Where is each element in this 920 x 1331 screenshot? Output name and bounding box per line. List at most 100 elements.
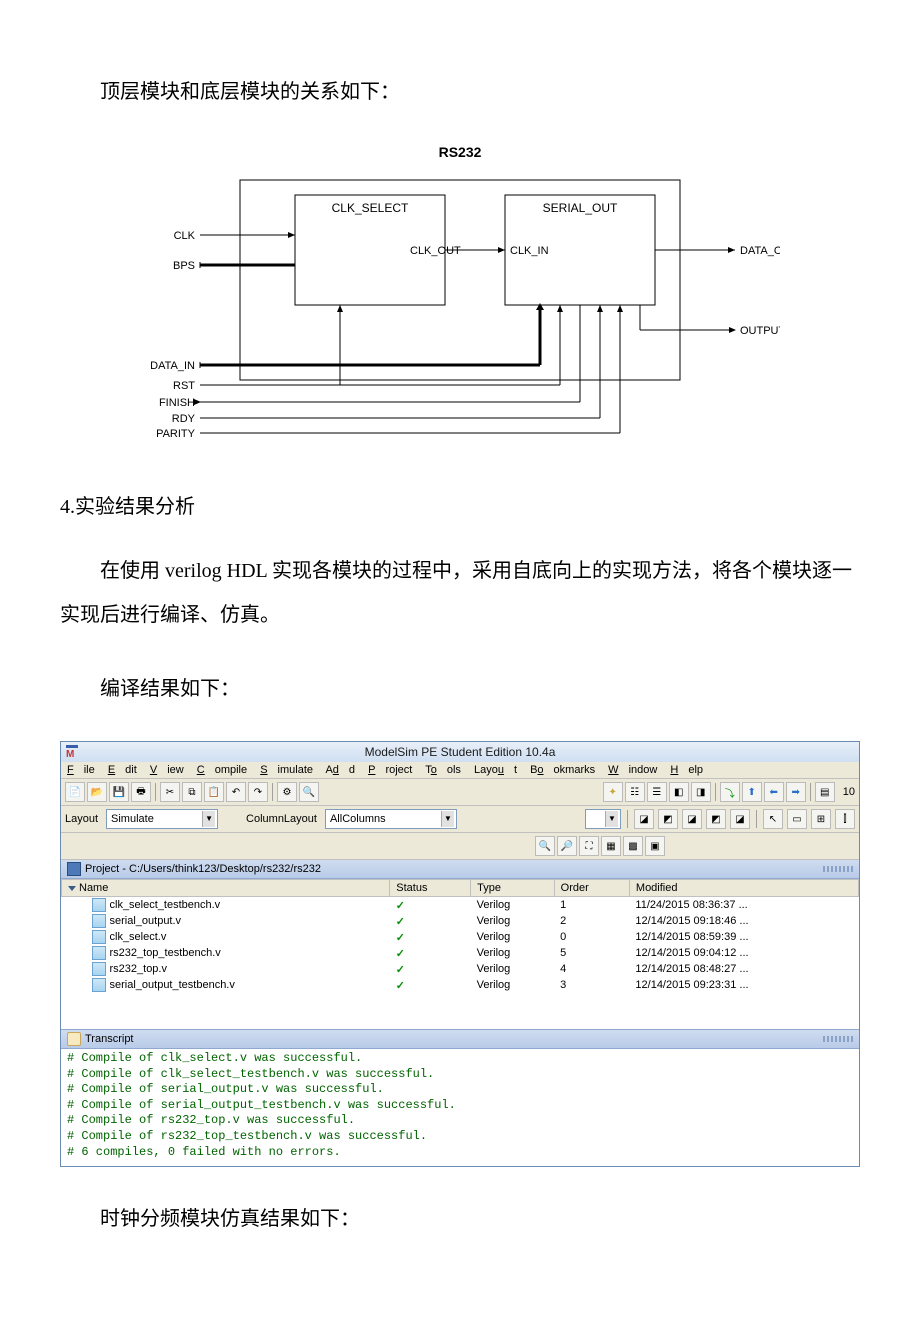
check-icon: ✓	[396, 932, 405, 944]
verilog-file-icon	[92, 978, 106, 992]
transcript-output[interactable]: # Compile of clk_select.v was successful…	[61, 1049, 859, 1166]
verilog-file-icon	[92, 898, 106, 912]
up-icon[interactable]: ⬆	[742, 782, 762, 802]
list-icon[interactable]: ▤	[815, 782, 835, 802]
paragraph-4: 时钟分频模块仿真结果如下：	[60, 1197, 860, 1241]
sim-d-icon[interactable]: ◩	[706, 809, 726, 829]
tool-a-icon[interactable]: ✦	[603, 782, 623, 802]
toolbar-row-2: Layout Simulate ColumnLayout AllColumns …	[61, 806, 859, 833]
menu-tools[interactable]: Tools	[425, 764, 461, 776]
panel-grip-icon[interactable]	[823, 1036, 853, 1042]
zoom-in-icon[interactable]: 🔍	[535, 836, 555, 856]
save-icon[interactable]: 💾	[109, 782, 129, 802]
table-row[interactable]: serial_output_testbench.v✓Verilog312/14/…	[62, 977, 859, 993]
columnlayout-label: ColumnLayout	[246, 813, 317, 825]
col-order[interactable]: Order	[554, 880, 629, 897]
table-row[interactable]: clk_select_testbench.v✓Verilog111/24/201…	[62, 897, 859, 914]
fwd-icon[interactable]: ➡	[786, 782, 806, 802]
menu-project[interactable]: Project	[368, 764, 412, 776]
wave-c-icon[interactable]: ⫿	[835, 809, 855, 829]
menu-window[interactable]: Window	[608, 764, 657, 776]
col-name[interactable]: Name	[62, 880, 390, 897]
menu-simulate[interactable]: Simulate	[260, 764, 313, 776]
project-panel-title[interactable]: Project - C:/Users/think123/Desktop/rs23…	[61, 860, 859, 879]
paragraph-2: 在使用 verilog HDL 实现各模块的过程中，采用自底向上的实现方法，将各…	[60, 549, 860, 637]
transcript-label: Transcript	[85, 1033, 134, 1045]
zoom-full-icon[interactable]: ⛶	[579, 836, 599, 856]
menu-layout[interactable]: Layout	[474, 764, 517, 776]
table-row[interactable]: rs232_top_testbench.v✓Verilog512/14/2015…	[62, 945, 859, 961]
check-icon: ✓	[396, 964, 405, 976]
layout-label: Layout	[65, 813, 98, 825]
col-type[interactable]: Type	[471, 880, 555, 897]
compile-icon[interactable]: ⚙	[277, 782, 297, 802]
table-row[interactable]: rs232_top.v✓Verilog412/14/2015 08:48:27 …	[62, 961, 859, 977]
wave-b-icon[interactable]: ⊞	[811, 809, 831, 829]
verilog-file-icon	[92, 962, 106, 976]
paragraph-1: 顶层模块和底层模块的关系如下：	[60, 70, 860, 114]
cursor-icon[interactable]: ↖	[763, 809, 783, 829]
project-path: Project - C:/Users/think123/Desktop/rs23…	[85, 863, 321, 875]
menu-add[interactable]: Add	[325, 764, 355, 776]
col-modified[interactable]: Modified	[629, 880, 858, 897]
modelsim-window: M ModelSim PE Student Edition 10.4a File…	[60, 741, 860, 1167]
table-row[interactable]: serial_output.v✓Verilog212/14/2015 09:18…	[62, 913, 859, 929]
cut-icon[interactable]: ✂	[160, 782, 180, 802]
sim-b-icon[interactable]: ◩	[658, 809, 678, 829]
find-icon[interactable]: 🔍	[299, 782, 319, 802]
svg-text:RDY: RDY	[172, 413, 196, 425]
transcript-line: # Compile of serial_output.v was success…	[67, 1082, 853, 1098]
svg-text:CLK_OUT: CLK_OUT	[410, 245, 461, 257]
tool-c-icon[interactable]: ☰	[647, 782, 667, 802]
redo-icon[interactable]: ↷	[248, 782, 268, 802]
panel-grip-icon[interactable]	[823, 866, 853, 872]
menu-help[interactable]: Help	[670, 764, 703, 776]
menu-bookmarks[interactable]: Bookmarks	[530, 764, 595, 776]
modelsim-logo-icon: M	[65, 744, 79, 758]
layout-select[interactable]: Simulate	[106, 809, 218, 829]
dropdown-small[interactable]	[585, 809, 621, 829]
sim-e-icon[interactable]: ◪	[730, 809, 750, 829]
columnlayout-select[interactable]: AllColumns	[325, 809, 457, 829]
svg-text:SERIAL_OUT: SERIAL_OUT	[543, 201, 618, 215]
transcript-line: # Compile of rs232_top_testbench.v was s…	[67, 1129, 853, 1145]
undo-icon[interactable]: ↶	[226, 782, 246, 802]
back-icon[interactable]: ⬅	[764, 782, 784, 802]
toolbar-zoom: 🔍 🔎 ⛶ ▦ ▩ ▣	[61, 833, 859, 860]
menubar[interactable]: File Edit View Compile Simulate Add Proj…	[61, 762, 859, 779]
step-icon[interactable]: ⤵	[720, 782, 740, 802]
zoom-e-icon[interactable]: ▩	[623, 836, 643, 856]
wave-a-icon[interactable]: ▭	[787, 809, 807, 829]
col-status[interactable]: Status	[390, 880, 471, 897]
zoom-out-icon[interactable]: 🔎	[557, 836, 577, 856]
menu-compile[interactable]: Compile	[197, 764, 247, 776]
tool-e-icon[interactable]: ◨	[691, 782, 711, 802]
time-label: 10	[843, 786, 855, 798]
print-icon[interactable]: 🖶	[131, 782, 151, 802]
heading-4: 4.实验结果分析	[60, 490, 860, 519]
transcript-icon	[67, 1032, 81, 1046]
transcript-panel-title[interactable]: Transcript	[61, 1029, 859, 1049]
zoom-f-icon[interactable]: ▣	[645, 836, 665, 856]
copy-icon[interactable]: ⧉	[182, 782, 202, 802]
sim-a-icon[interactable]: ◪	[634, 809, 654, 829]
check-icon: ✓	[396, 948, 405, 960]
svg-text:PARITY: PARITY	[156, 428, 196, 440]
paste-icon[interactable]: 📋	[204, 782, 224, 802]
menu-edit[interactable]: Edit	[108, 764, 137, 776]
project-file-list[interactable]: Name Status Type Order Modified clk_sele…	[61, 879, 859, 1029]
svg-text:M: M	[66, 749, 74, 758]
transcript-line: # Compile of clk_select_testbench.v was …	[67, 1067, 853, 1083]
new-icon[interactable]: 📄	[65, 782, 85, 802]
open-icon[interactable]: 📂	[87, 782, 107, 802]
tool-d-icon[interactable]: ◧	[669, 782, 689, 802]
project-icon	[67, 862, 81, 876]
menu-view[interactable]: View	[150, 764, 184, 776]
tool-b-icon[interactable]: ☷	[625, 782, 645, 802]
zoom-region-icon[interactable]: ▦	[601, 836, 621, 856]
sim-c-icon[interactable]: ◪	[682, 809, 702, 829]
menu-file[interactable]: File	[67, 764, 95, 776]
table-row[interactable]: clk_select.v✓Verilog012/14/2015 08:59:39…	[62, 929, 859, 945]
transcript-line: # 6 compiles, 0 failed with no errors.	[67, 1145, 853, 1161]
diagram-title: RS232	[140, 144, 780, 160]
